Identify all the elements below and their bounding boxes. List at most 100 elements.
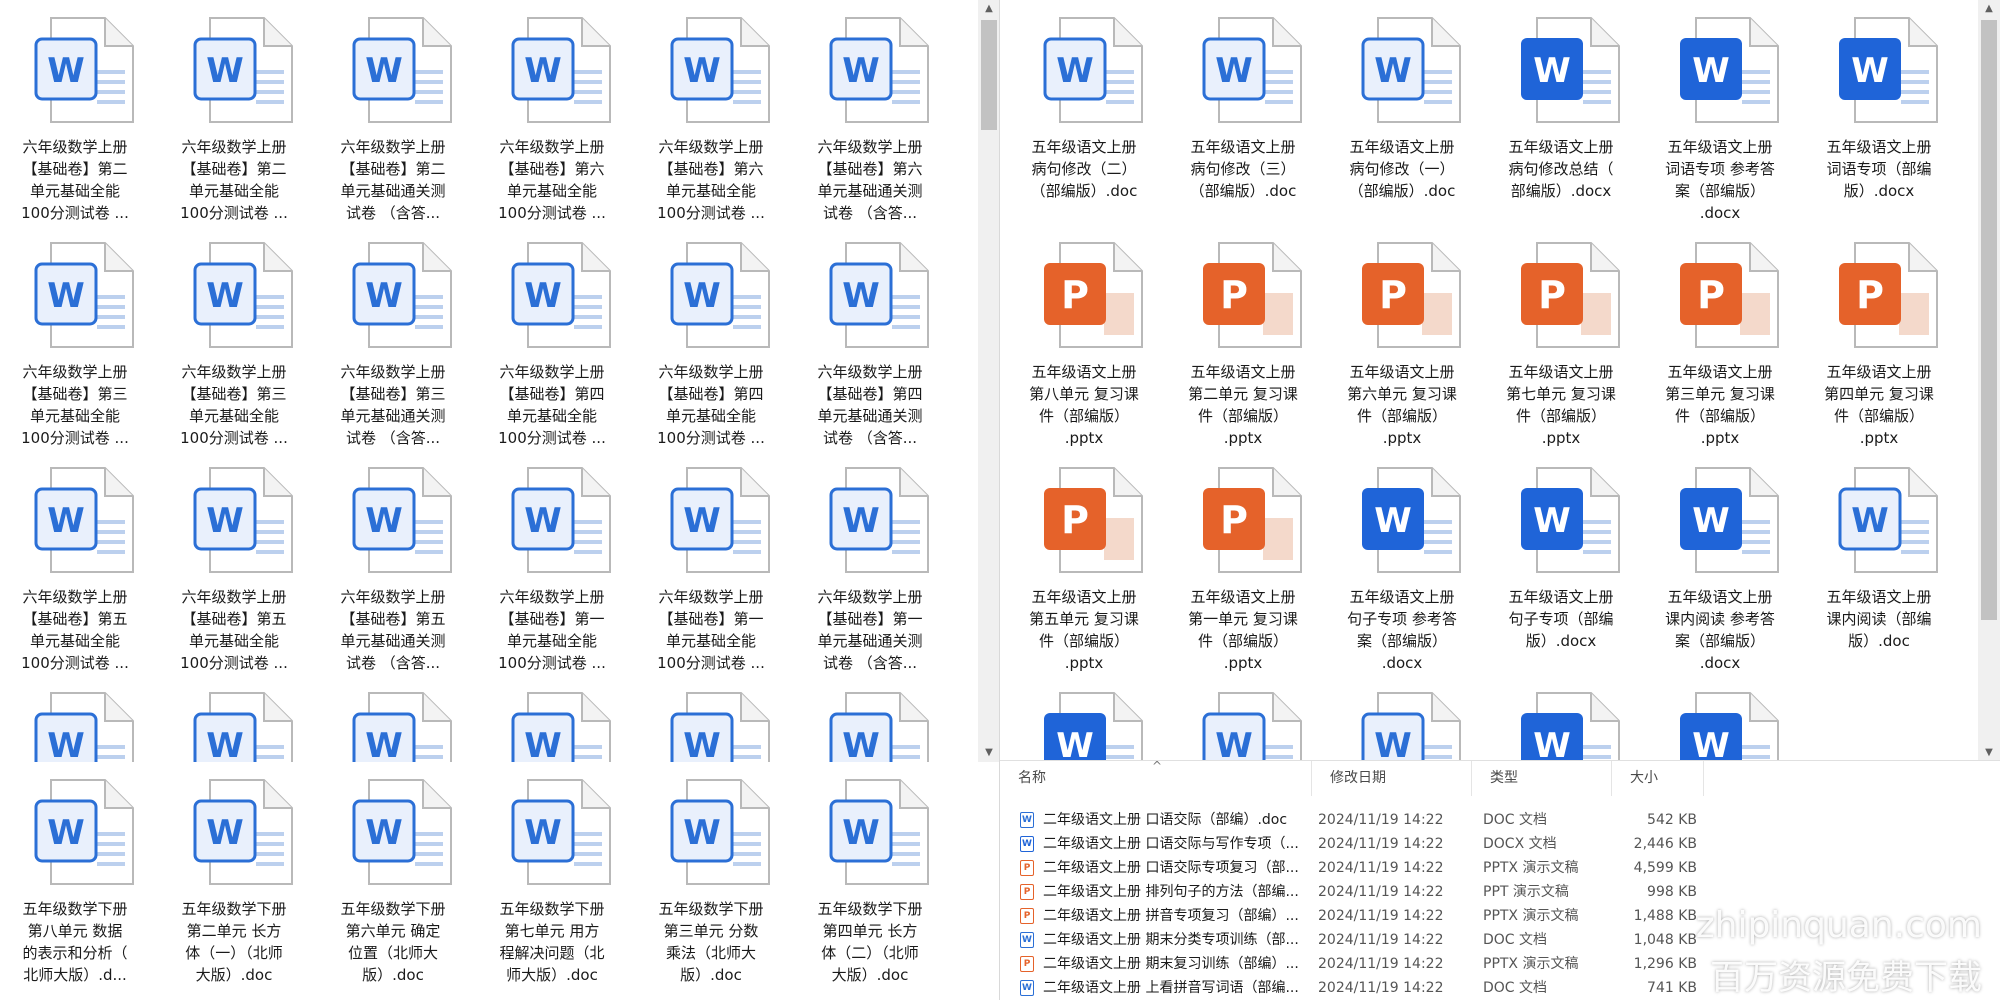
list-item[interactable]: P 二年级语文上册 期末复习训练（部编）... 2024/11/19 14:22 PP… <box>1000 952 1720 976</box>
file-tile[interactable]: W 五年级数学下册 第二单元 长方 体（一）（北师 大版）.doc <box>159 762 309 987</box>
file-tile[interactable]: W 六年级数学上册 【基础卷】第三 单元基础全能 100分测试卷 ... <box>159 225 309 450</box>
file-name: 六年级数学上册 【基础卷】第三 单元基础全能 100分测试卷 ... <box>21 363 129 447</box>
word-file-icon: W <box>351 16 455 126</box>
file-tile[interactable]: W <box>159 675 309 762</box>
file-tile[interactable]: W 六年级数学上册 【基础卷】第六 单元基础全能 100分测试卷 ... <box>636 0 786 225</box>
list-item[interactable]: W 二年级语文上册 期末分类专项训练（部... 2024/11/19 14:22 DO… <box>1000 928 1720 952</box>
file-tile[interactable]: W <box>477 675 627 762</box>
left-pane-scrollbar[interactable]: ▲ ▼ <box>978 0 1000 762</box>
row-date: 2024/11/19 14:22 <box>1318 980 1444 996</box>
list-item[interactable]: P 二年级语文上册 排列句子的方法（部编... 2024/11/19 14:22 PP… <box>1000 880 1720 904</box>
file-tile[interactable]: W 六年级数学上册 【基础卷】第一 单元基础通关测 试卷 （含答... <box>795 450 945 675</box>
file-name: 六年级数学上册 【基础卷】第一 单元基础全能 100分测试卷 ... <box>657 588 765 672</box>
svg-text:W: W <box>1215 726 1253 762</box>
file-tile[interactable]: P 五年级语文上册 第四单元 复习课 件（部编版） .pptx <box>1804 225 1954 450</box>
word-file-icon: W <box>510 691 614 762</box>
file-tile[interactable]: W <box>0 675 150 762</box>
file-tile[interactable]: W 五年级数学下册 第四单元 长方 体（二）（北师 大版）.doc <box>795 762 945 987</box>
file-tile[interactable]: W 五年级语文上册 病句修改（一） （部编版）.doc <box>1327 0 1477 225</box>
file-tile[interactable]: W 五年级数学下册 第六单元 确定 位置（北师大 版）.doc <box>318 762 468 987</box>
svg-text:W: W <box>47 726 85 762</box>
file-name: 五年级语文上册 课内阅读（部编 版）.doc <box>1826 588 1932 650</box>
svg-text:W: W <box>1374 501 1412 541</box>
word-file-icon: W <box>1678 16 1782 126</box>
file-tile[interactable]: W 六年级数学上册 【基础卷】第二 单元基础全能 100分测试卷 ... <box>0 0 150 225</box>
file-tile[interactable]: W 六年级数学上册 【基础卷】第六 单元基础通关测 试卷 （含答... <box>795 0 945 225</box>
file-tile[interactable]: W <box>1168 675 1318 762</box>
file-tile[interactable]: W 五年级数学下册 第三单元 分数 乘法（北师大 版）.doc <box>636 762 786 987</box>
file-tile[interactable]: W 六年级数学上册 【基础卷】第六 单元基础全能 100分测试卷 ... <box>477 0 627 225</box>
file-tile[interactable]: W <box>1327 675 1477 762</box>
file-tile[interactable]: W 六年级数学上册 【基础卷】第五 单元基础全能 100分测试卷 ... <box>159 450 309 675</box>
scroll-thumb[interactable] <box>981 20 997 130</box>
svg-text:W: W <box>365 813 403 853</box>
file-tile[interactable]: W 六年级数学上册 【基础卷】第二 单元基础全能 100分测试卷 ... <box>159 0 309 225</box>
file-tile[interactable]: P 五年级语文上册 第八单元 复习课 件（部编版） .pptx <box>1009 225 1159 450</box>
file-tile[interactable]: W <box>1645 675 1795 762</box>
file-tile[interactable]: W 五年级语文上册 病句修改（三） （部编版）.doc <box>1168 0 1318 225</box>
file-tile[interactable]: W <box>318 675 468 762</box>
file-tile[interactable]: W 五年级语文上册 句子专项（部编 版）.docx <box>1486 450 1636 675</box>
file-tile[interactable]: P 五年级语文上册 第二单元 复习课 件（部编版） .pptx <box>1168 225 1318 450</box>
file-tile[interactable]: W 五年级数学下册 第八单元 数据 的表示和分析（ 北师大版）.d... <box>0 762 150 987</box>
file-tile[interactable]: W 五年级语文上册 词语专项 参考答 案（部编版） .docx <box>1645 0 1795 225</box>
list-item[interactable]: P 二年级语文上册 拼音专项复习（部编）... 2024/11/19 14:22 PP… <box>1000 904 1720 928</box>
svg-text:W: W <box>683 276 721 316</box>
column-header-name[interactable]: 名称 ^ <box>1000 760 1312 796</box>
file-tile[interactable]: W 六年级数学上册 【基础卷】第五 单元基础通关测 试卷 （含答... <box>318 450 468 675</box>
column-header-date[interactable]: 修改日期 <box>1312 760 1472 796</box>
file-tile[interactable]: W <box>1486 675 1636 762</box>
list-item[interactable]: W 二年级语文上册 口语交际（部编）.doc 2024/11/19 14:22 DOC… <box>1000 808 1720 832</box>
file-tile[interactable]: W 五年级数学下册 第七单元 用方 程解决问题（北 师大版）.doc <box>477 762 627 987</box>
column-header-size[interactable]: 大小 <box>1612 760 1704 796</box>
list-item[interactable]: W 二年级语文上册 上看拼音写词语（部编... 2024/11/19 14:22 DO… <box>1000 976 1720 1000</box>
column-header-type[interactable]: 类型 <box>1472 760 1612 796</box>
row-type: DOCX 文档 <box>1483 836 1557 852</box>
file-tile[interactable]: W 五年级语文上册 病句修改（二） （部编版）.doc <box>1009 0 1159 225</box>
word-file-icon: W <box>510 778 614 888</box>
file-tile[interactable]: P 五年级语文上册 第七单元 复习课 件（部编版） .pptx <box>1486 225 1636 450</box>
column-header-date-label: 修改日期 <box>1330 770 1386 786</box>
file-tile[interactable]: W 五年级语文上册 课内阅读 参考答 案（部编版） .docx <box>1645 450 1795 675</box>
file-tile[interactable]: W 六年级数学上册 【基础卷】第一 单元基础全能 100分测试卷 ... <box>477 450 627 675</box>
word-file-icon: W <box>1020 812 1034 828</box>
right-pane-scrollbar[interactable]: ▲ ▼ <box>1978 0 2000 762</box>
svg-text:W: W <box>524 726 562 762</box>
scroll-up-arrow-icon[interactable]: ▲ <box>1978 0 2000 18</box>
file-tile[interactable]: W 六年级数学上册 【基础卷】第三 单元基础全能 100分测试卷 ... <box>0 225 150 450</box>
file-tile[interactable]: W 五年级语文上册 课内阅读（部编 版）.doc <box>1804 450 1954 675</box>
row-date: 2024/11/19 14:22 <box>1318 932 1444 948</box>
list-item[interactable]: P 二年级语文上册 口语交际专项复习（部... 2024/11/19 14:22 PP… <box>1000 856 1720 880</box>
file-tile[interactable]: W 五年级语文上册 病句修改总结（ 部编版）.docx <box>1486 0 1636 225</box>
file-tile[interactable]: W 六年级数学上册 【基础卷】第一 单元基础全能 100分测试卷 ... <box>636 450 786 675</box>
svg-text:W: W <box>365 276 403 316</box>
file-tile[interactable]: W <box>795 675 945 762</box>
file-name: 五年级数学下册 第七单元 用方 程解决问题（北 师大版）.doc <box>499 900 605 984</box>
file-tile[interactable]: W 六年级数学上册 【基础卷】第五 单元基础全能 100分测试卷 ... <box>0 450 150 675</box>
scroll-up-arrow-icon[interactable]: ▲ <box>978 0 1000 18</box>
file-tile[interactable]: W 六年级数学上册 【基础卷】第二 单元基础通关测 试卷 （含答... <box>318 0 468 225</box>
file-name: 五年级数学下册 第二单元 长方 体（一）（北师 大版）.doc <box>181 900 287 984</box>
file-tile[interactable]: W 五年级语文上册 词语专项（部编 版）.docx <box>1804 0 1954 225</box>
word-file-icon: W <box>1020 980 1034 996</box>
scroll-thumb[interactable] <box>1981 20 1997 620</box>
file-tile[interactable]: W 六年级数学上册 【基础卷】第四 单元基础通关测 试卷 （含答... <box>795 225 945 450</box>
file-tile[interactable]: W 六年级数学上册 【基础卷】第四 单元基础全能 100分测试卷 ... <box>477 225 627 450</box>
file-tile[interactable]: P 五年级语文上册 第六单元 复习课 件（部编版） .pptx <box>1327 225 1477 450</box>
list-item[interactable]: W 二年级语文上册 口语交际与写作专项（... 2024/11/19 14:22 DO… <box>1000 832 1720 856</box>
file-tile[interactable]: P 五年级语文上册 第五单元 复习课 件（部编版） .pptx <box>1009 450 1159 675</box>
file-tile[interactable]: W <box>1009 675 1159 762</box>
row-size: 741 KB <box>1647 980 1697 996</box>
word-file-icon: W <box>192 241 296 351</box>
file-tile[interactable]: W 六年级数学上册 【基础卷】第三 单元基础通关测 试卷 （含答... <box>318 225 468 450</box>
file-tile[interactable]: P 五年级语文上册 第三单元 复习课 件（部编版） .pptx <box>1645 225 1795 450</box>
svg-text:W: W <box>524 501 562 541</box>
file-tile[interactable]: P 五年级语文上册 第一单元 复习课 件（部编版） .pptx <box>1168 450 1318 675</box>
svg-text:P: P <box>1061 498 1089 542</box>
file-tile[interactable]: W 六年级数学上册 【基础卷】第四 单元基础全能 100分测试卷 ... <box>636 225 786 450</box>
row-size: 1,296 KB <box>1633 956 1697 972</box>
file-tile[interactable]: W <box>636 675 786 762</box>
powerpoint-file-icon: P <box>1360 241 1464 351</box>
file-tile[interactable]: W 五年级语文上册 句子专项 参考答 案（部编版） .docx <box>1327 450 1477 675</box>
scroll-down-arrow-icon[interactable]: ▼ <box>978 744 1000 762</box>
